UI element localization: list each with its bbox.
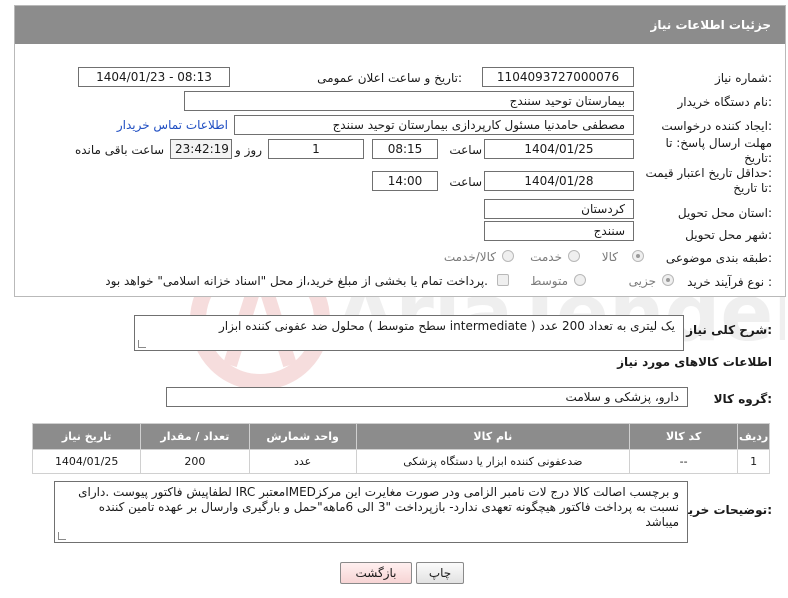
category-option-goods: کالا <box>601 250 618 264</box>
cell-date: 1404/01/25 <box>31 449 142 474</box>
goods-table-header: ردیف کد کالا نام کالا واحد شمارش تعداد /… <box>31 423 770 450</box>
validity-label-date: تا تاریخ: <box>733 181 772 195</box>
validity-time-word: ساعت <box>449 175 482 189</box>
deadline-label-date: تاریخ: <box>744 151 772 165</box>
col-unit: واحد شمارش <box>248 423 357 450</box>
cell-unit: عدد <box>248 449 357 474</box>
col-row: ردیف <box>737 423 770 450</box>
category-option-goods-service: کالا/خدمت <box>443 250 496 264</box>
process-radio-medium[interactable] <box>574 274 586 286</box>
validity-time-field[interactable]: 14:00 <box>372 171 438 191</box>
process-radio-partial[interactable] <box>662 274 674 286</box>
treasury-payment-checkbox[interactable] <box>497 274 509 286</box>
summary-textarea[interactable]: محلول ضد عفونی کننده ابزار ( سطح متوسط i… <box>134 315 684 351</box>
panel-header: جزئیات اطلاعات نیاز <box>15 6 785 44</box>
category-radio-goods[interactable] <box>632 250 644 262</box>
city-label: شهر محل تحویل: <box>685 228 772 242</box>
cell-qty: 200 <box>140 449 250 474</box>
back-button[interactable]: بازگشت <box>340 562 412 584</box>
buyer-notes-text: لطفاپیش فاکتور پیوست .دارای IRC معتبرIME… <box>78 485 679 529</box>
need-number-label: شماره نیاز: <box>714 71 772 85</box>
goods-group-field[interactable]: دارو، پزشکی و سلامت <box>166 387 688 407</box>
creator-label: ایجاد کننده درخواست: <box>661 119 772 133</box>
goods-group-label: گروه کالا: <box>713 392 772 406</box>
category-option-service: خدمت <box>530 250 562 264</box>
goods-section-title: اطلاعات کالاهای مورد نیاز <box>617 355 772 369</box>
goods-table: ردیف کد کالا نام کالا واحد شمارش تعداد /… <box>31 423 770 474</box>
deadline-date-field[interactable]: 1404/01/25 <box>484 139 634 159</box>
need-number-field[interactable]: 1104093727000076 <box>482 67 634 87</box>
summary-text: محلول ضد عفونی کننده ابزار ( سطح متوسط i… <box>218 319 675 333</box>
process-option-partial: جزیی <box>628 274 656 288</box>
print-button[interactable]: چاپ <box>416 562 464 584</box>
table-row[interactable]: 1 -- ضدعفونی کننده ابزار یا دستگاه پزشکی… <box>31 449 770 474</box>
province-field[interactable]: کردستان <box>484 199 634 219</box>
validity-date-field[interactable]: 1404/01/28 <box>484 171 634 191</box>
process-label: نوع فرآیند خرید : <box>687 275 772 289</box>
col-name: نام کالا <box>355 423 631 450</box>
deadline-time-word: ساعت <box>449 143 482 157</box>
cell-name: ضدعفونی کننده ابزار یا دستگاه پزشکی <box>355 449 631 474</box>
creator-field[interactable]: مصطفی حامدنیا مسئول کارپردازی بیمارستان … <box>234 115 634 135</box>
cell-code: -- <box>628 449 739 474</box>
col-code: کد کالا <box>628 423 739 450</box>
process-option-medium: متوسط <box>530 274 568 288</box>
province-label: استان محل تحویل: <box>677 206 772 220</box>
days-word: روز و <box>235 143 262 157</box>
validity-label: حداقل تاریخ اعتبار قیمت: <box>645 166 772 180</box>
remaining-word: ساعت باقی مانده <box>74 143 164 157</box>
category-radio-goods-service[interactable] <box>502 250 514 262</box>
time-remaining-field: 23:42:19 <box>170 139 232 159</box>
deadline-label: مهلت ارسال پاسخ: تا <box>665 136 772 150</box>
resize-grip-icon[interactable] <box>138 340 146 348</box>
buyer-contact-link[interactable]: اطلاعات تماس خریدار <box>117 118 228 132</box>
category-radio-service[interactable] <box>568 250 580 262</box>
cell-row: 1 <box>737 449 770 474</box>
category-label: طبقه بندی موضوعی: <box>665 251 772 265</box>
city-field[interactable]: سنندج <box>484 221 634 241</box>
resize-grip-icon[interactable] <box>58 532 66 540</box>
summary-label: شرح کلی نیاز: <box>686 323 772 337</box>
announce-datetime-field[interactable]: 1404/01/23 - 08:13 <box>78 67 230 87</box>
panel-title: جزئیات اطلاعات نیاز <box>650 18 771 32</box>
treasury-payment-note: پرداخت تمام یا بخشی از مبلغ خرید،از محل … <box>105 274 488 288</box>
days-remaining-field[interactable]: 1 <box>268 139 364 159</box>
buyer-org-label: نام دستگاه خریدار: <box>677 95 773 109</box>
col-date: تاریخ نیاز <box>31 423 142 450</box>
deadline-time-field[interactable]: 08:15 <box>372 139 438 159</box>
announce-datetime-label: تاریخ و ساعت اعلان عمومی: <box>317 71 462 85</box>
buyer-notes-textarea[interactable]: لطفاپیش فاکتور پیوست .دارای IRC معتبرIME… <box>54 481 688 543</box>
col-qty: تعداد / مقدار <box>140 423 250 450</box>
buyer-org-field[interactable]: بیمارستان توحید سنندج <box>184 91 634 111</box>
